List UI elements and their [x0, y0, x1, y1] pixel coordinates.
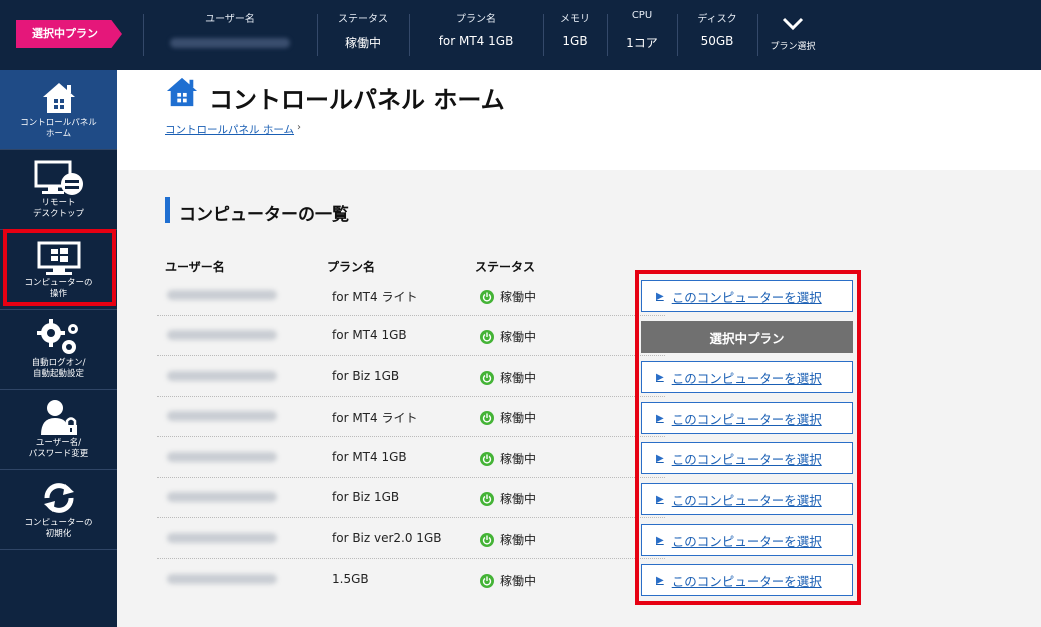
table-row: for MT4 ライト 稼働中	[157, 397, 665, 437]
username-label: ユーザー名	[205, 14, 255, 25]
page-title: コントロールパネル ホーム	[209, 86, 505, 114]
power-icon	[480, 410, 494, 425]
chevron-right-icon: ›	[297, 122, 301, 133]
chevron-down-icon	[758, 16, 828, 36]
username-blurred	[167, 290, 277, 300]
status-text: 稼働中	[500, 574, 537, 588]
plan-label: プラン名	[456, 14, 496, 25]
plan-name: for MT4 1GB	[332, 328, 407, 342]
home-icon	[0, 78, 117, 118]
monitor-icon	[0, 158, 117, 198]
sidebar-item-home[interactable]: コントロールパネル ホーム	[0, 70, 117, 150]
plan-name: 1.5GB	[332, 572, 369, 586]
memory-value: 1GB	[562, 34, 588, 48]
sidebar-label: デスクトップ	[32, 209, 84, 219]
section-title: コンピューターの一覧	[179, 205, 349, 225]
home-icon	[165, 76, 199, 112]
page-header: コントロールパネル ホーム コントロールパネル ホーム ›	[117, 70, 1041, 170]
plan-value: for MT4 1GB	[438, 34, 514, 48]
username-blurred	[167, 533, 277, 543]
power-icon	[480, 329, 494, 344]
plan-name: for Biz ver2.0 1GB	[332, 531, 442, 545]
disk-value: 50GB	[700, 34, 734, 48]
plan-name: for MT4 ライト	[332, 411, 418, 425]
sidebar-item-initialize[interactable]: コンピューターの 初期化	[0, 470, 117, 550]
username-blurred	[167, 411, 277, 421]
section-accent-bar	[165, 197, 170, 223]
status-label: ステータス	[338, 14, 388, 25]
plan-name: for Biz 1GB	[332, 369, 400, 383]
plan-name: for MT4 ライト	[332, 290, 418, 304]
table-row: for MT4 1GB 稼働中	[157, 316, 665, 356]
sidebar: コントロールパネル ホーム リモート デスクトップ コンピューターの 操作 自動…	[0, 70, 117, 627]
gears-icon	[0, 318, 117, 358]
status-text: 稼働中	[500, 411, 537, 425]
power-icon	[480, 573, 494, 588]
breadcrumb-link[interactable]: コントロールパネル ホーム	[165, 122, 294, 137]
status-text: 稼働中	[500, 330, 537, 344]
power-icon	[480, 289, 494, 304]
plan-select-button[interactable]: プラン選択	[758, 0, 828, 70]
power-icon	[480, 532, 494, 547]
username-value-blurred	[170, 38, 290, 48]
user-lock-icon	[0, 398, 117, 438]
username-blurred	[167, 574, 277, 584]
table-row: 1.5GB 稼働中	[157, 560, 665, 600]
table-row: for Biz 1GB 稼働中	[157, 478, 665, 518]
status-text: 稼働中	[500, 452, 537, 466]
topbar-memory: メモリ 1GB	[544, 0, 606, 70]
topbar-disk: ディスク 50GB	[678, 0, 756, 70]
status-text: 稼働中	[500, 371, 537, 385]
username-blurred	[167, 492, 277, 502]
sidebar-item-auto-logon[interactable]: 自動ログオン/自動起動設定	[0, 310, 117, 390]
divider	[143, 14, 144, 56]
power-icon	[480, 451, 494, 466]
status-text: 稼働中	[500, 492, 537, 506]
cpu-value: 1コア	[626, 36, 658, 50]
sidebar-label: リモート	[41, 198, 76, 208]
topbar-username: ユーザー名	[160, 0, 300, 70]
sidebar-label: ユーザー名/	[35, 438, 82, 448]
power-icon	[480, 491, 494, 506]
main-content: コントロールパネル ホーム コントロールパネル ホーム › コンピューターの一覧…	[117, 70, 1041, 627]
cpu-label: CPU	[631, 10, 653, 21]
column-header-plan: プラン名	[327, 260, 376, 274]
power-icon	[480, 370, 494, 385]
status-value: 稼働中	[344, 36, 381, 50]
sidebar-label: パスワード変更	[28, 449, 89, 459]
table-row: for MT4 ライト 稼働中	[157, 276, 665, 316]
plan-select-label: プラン選択	[770, 42, 816, 52]
sidebar-item-remote-desktop[interactable]: リモート デスクトップ	[0, 150, 117, 230]
memory-label: メモリ	[560, 14, 590, 25]
column-header-username: ユーザー名	[165, 260, 225, 274]
refresh-icon	[0, 478, 117, 518]
plan-name: for MT4 1GB	[332, 450, 407, 464]
highlight-frame	[635, 270, 861, 605]
plan-name: for Biz 1GB	[332, 490, 400, 504]
sidebar-label: 自動ログオン/	[31, 358, 86, 368]
topbar-cpu: CPU 1コア	[608, 0, 676, 70]
sidebar-label: コントロールパネル	[20, 118, 97, 128]
highlight-frame	[3, 229, 116, 306]
disk-label: ディスク	[697, 14, 737, 25]
status-text: 稼働中	[500, 533, 537, 547]
selected-plan-tag: 選択中プラン	[16, 20, 122, 48]
username-blurred	[167, 371, 277, 381]
status-text: 稼働中	[500, 290, 537, 304]
sidebar-label: コンピューターの	[24, 518, 93, 528]
column-header-status: ステータス	[475, 260, 536, 274]
topbar-plan: プラン名 for MT4 1GB	[410, 0, 542, 70]
top-bar: 選択中プラン ユーザー名 ステータス 稼働中 プラン名 for MT4 1GB …	[0, 0, 1041, 70]
table-row: for MT4 1GB 稼働中	[157, 438, 665, 478]
table-row: for Biz 1GB 稼働中	[157, 357, 665, 397]
topbar-status: ステータス 稼働中	[318, 0, 408, 70]
sidebar-label: 初期化	[45, 529, 72, 539]
sidebar-label: 自動起動設定	[32, 369, 84, 379]
username-blurred	[167, 452, 277, 462]
username-blurred	[167, 330, 277, 340]
sidebar-label: ホーム	[45, 129, 72, 139]
sidebar-item-user-password[interactable]: ユーザー名/パスワード変更	[0, 390, 117, 470]
table-row: for Biz ver2.0 1GB 稼働中	[157, 519, 665, 559]
